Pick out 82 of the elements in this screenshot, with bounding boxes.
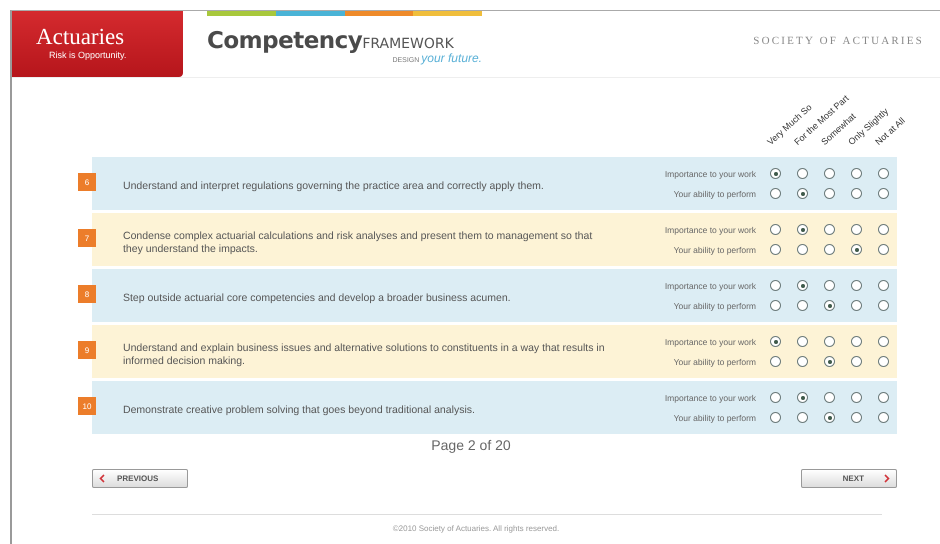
scale-label: Importance to your work [664,336,756,346]
question-text: Understand and interpret regulations governing the practice area and correctly apply them. [123,179,545,193]
radio-button[interactable] [824,336,835,347]
slogan: your future. [421,51,482,65]
brand-subtitle: FRAMEWORK [362,36,454,52]
radio-button[interactable] [797,356,808,367]
radio-button[interactable] [824,300,835,311]
scale-label: Your ability to perform [672,412,756,422]
scale-label: Importance to your work [664,224,756,234]
radio-button[interactable] [851,224,862,235]
logo-title: Actuaries [36,25,124,49]
radio-button[interactable] [824,392,835,403]
scale-label: Your ability to perform [672,244,756,254]
radio-button[interactable] [797,392,808,403]
radio-button[interactable] [797,224,808,235]
radio-button[interactable] [851,188,862,199]
question-number: 10 [78,397,96,415]
radio-button[interactable] [878,244,889,255]
radio-button[interactable] [878,168,889,179]
question-text: Demonstrate creative problem solving that goes beyond traditional analysis. [123,403,476,417]
radio-button[interactable] [878,336,889,347]
radio-button[interactable] [824,224,835,235]
scale-label: Your ability to perform [672,356,756,366]
radio-button[interactable] [824,280,835,291]
radio-button[interactable] [878,280,889,291]
radio-button[interactable] [851,356,862,367]
radio-button[interactable] [797,300,808,311]
radio-button[interactable] [770,280,781,291]
chevron-left-icon [99,474,105,483]
scale-label: Importance to your work [664,168,756,178]
radio-button[interactable] [770,300,781,311]
question-number: 9 [78,341,96,359]
organization-name: SOCIETY OF ACTUARIES [753,35,924,47]
radio-button[interactable] [851,300,862,311]
radio-button[interactable] [770,336,781,347]
radio-button[interactable] [851,244,862,255]
radio-button[interactable] [878,188,889,199]
radio-button[interactable] [770,188,781,199]
radio-button[interactable] [851,168,862,179]
question-text: Step outside actuarial core competencies and develop a broader business acumen. [123,291,512,305]
scale-label: Your ability to perform [672,188,756,198]
logo-tagline: Risk is Opportunity. [49,50,126,60]
radio-button[interactable] [851,392,862,403]
radio-button[interactable] [878,392,889,403]
radio-button[interactable] [770,412,781,423]
question-text: Condense complex actuarial calculations and risk analyses and present them to management so that they understand the impacts. [123,228,594,256]
radio-button[interactable] [797,280,808,291]
scale-label: Importance to your work [664,280,756,290]
scale-label: Your ability to perform [672,300,756,310]
radio-button[interactable] [824,356,835,367]
previous-button[interactable]: PREVIOUS [92,469,188,488]
radio-button[interactable] [824,188,835,199]
radio-button[interactable] [797,336,808,347]
radio-button[interactable] [878,356,889,367]
next-button[interactable]: NEXT [801,469,897,488]
radio-button[interactable] [770,392,781,403]
radio-button[interactable] [851,280,862,291]
question-text: Understand and explain business issues and alternative solutions to constituents in a way that results in informed decision making. [123,340,606,368]
radio-button[interactable] [797,188,808,199]
radio-button[interactable] [878,300,889,311]
question-number: 7 [78,229,96,247]
radio-button[interactable] [797,168,808,179]
question-number: 6 [78,173,96,191]
copyright-text: ©2010 Society of Actuaries. All rights reserved. [392,524,560,533]
radio-button[interactable] [878,224,889,235]
page-indicator: Page 2 of 20 [431,437,511,453]
question-number: 8 [78,285,96,303]
radio-button[interactable] [770,224,781,235]
radio-button[interactable] [824,244,835,255]
scale-label: Importance to your work [664,392,756,402]
radio-button[interactable] [770,168,781,179]
chevron-right-icon [884,474,890,483]
radio-button[interactable] [824,412,835,423]
radio-button[interactable] [770,244,781,255]
brand-title: Competency [207,28,362,54]
radio-button[interactable] [851,412,862,423]
radio-button[interactable] [770,356,781,367]
radio-button[interactable] [797,412,808,423]
radio-button[interactable] [797,244,808,255]
radio-button[interactable] [878,412,889,423]
radio-button[interactable] [824,168,835,179]
radio-button[interactable] [851,336,862,347]
